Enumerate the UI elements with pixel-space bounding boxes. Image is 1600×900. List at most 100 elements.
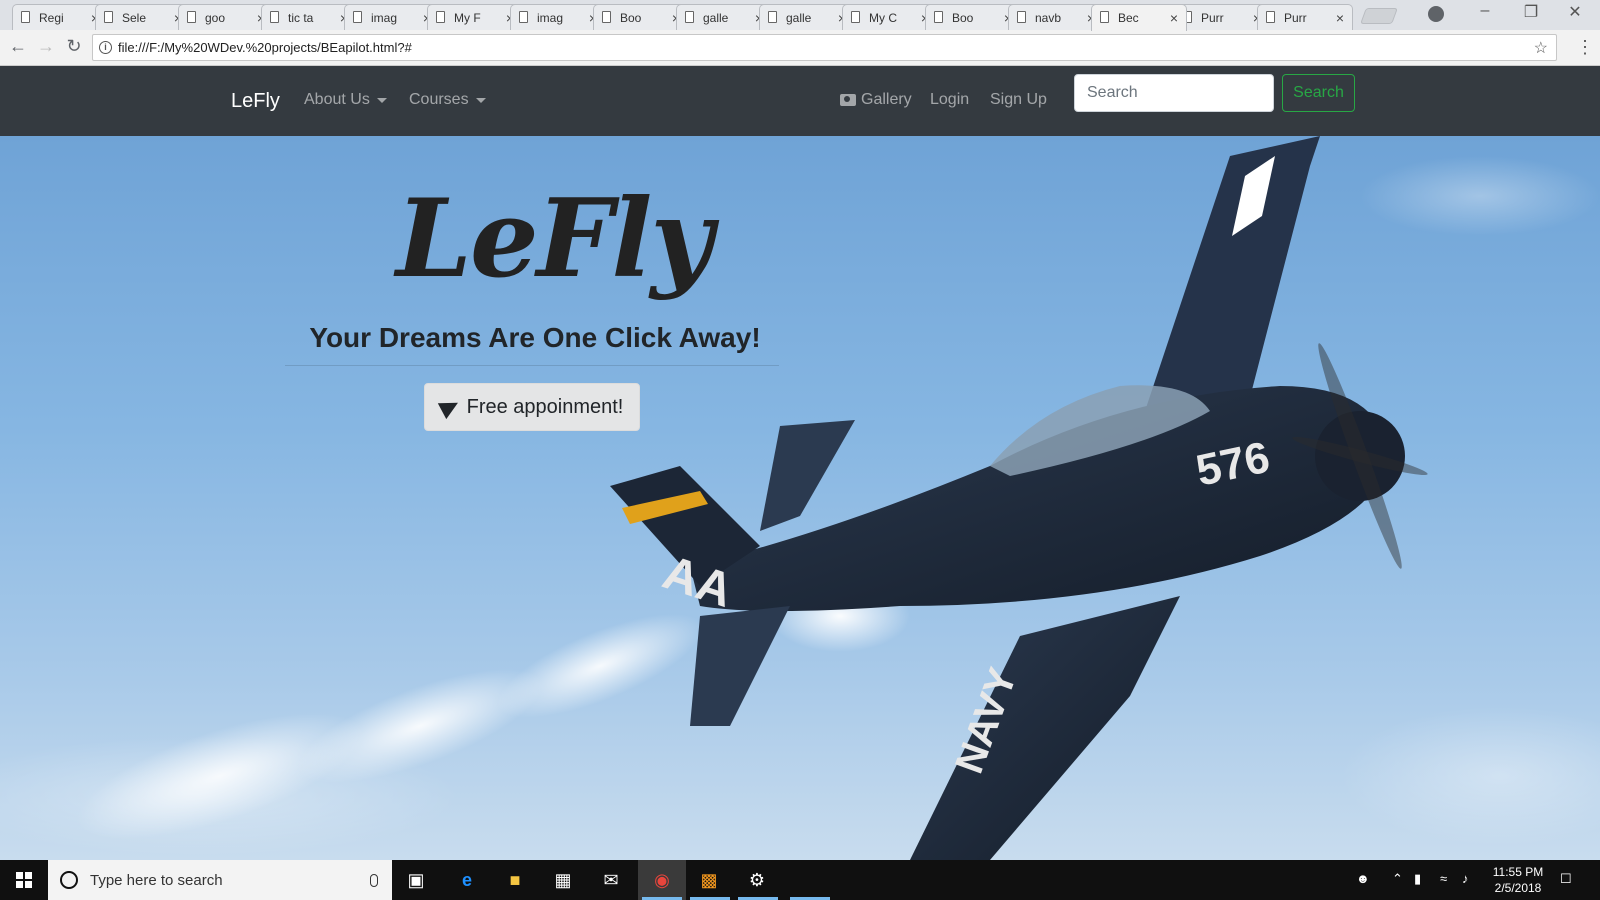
tab-close-icon[interactable]: × (1334, 10, 1346, 26)
page-icon (436, 11, 445, 23)
page-icon (21, 11, 30, 23)
tab-title: imag (371, 10, 398, 25)
wifi-icon[interactable]: ≈ (1440, 871, 1447, 886)
tab-title: My F (454, 10, 481, 25)
browser-tab[interactable]: imag× (344, 4, 440, 30)
taskbar-search-placeholder: Type here to search (90, 871, 223, 889)
mail-icon[interactable]: ✉ (599, 868, 623, 892)
battery-icon[interactable]: ▮ (1414, 871, 1421, 887)
info-icon[interactable]: i (99, 41, 112, 54)
start-button[interactable] (0, 860, 48, 900)
browser-tab[interactable]: Purr × (1257, 4, 1353, 30)
courses-dropdown[interactable]: Courses (409, 91, 486, 109)
gallery-label: Gallery (861, 91, 912, 108)
tab-title: Purr (1201, 10, 1224, 25)
action-center-icon[interactable]: ☐ (1560, 871, 1572, 887)
tab-title: Boo (620, 10, 642, 25)
browser-tab[interactable]: My C× (842, 4, 938, 30)
hero-section: 576 AA NAVY LeFly Your Dreams Are One Cl… (0, 136, 1600, 860)
clock-time: 11:55 PM (1492, 865, 1544, 879)
browser-toolbar: ← → ↻ i file:///F:/My%20WDev.%20projects… (0, 30, 1600, 66)
edge-browser-icon[interactable]: e (455, 868, 479, 892)
browser-tab[interactable]: tic ta× (261, 4, 357, 30)
show-hidden-icons-icon[interactable]: ⌃ (1392, 871, 1403, 887)
microphone-icon[interactable] (370, 873, 378, 887)
back-arrow-icon[interactable]: ← (6, 36, 30, 57)
browser-tab[interactable]: navb× (1008, 4, 1104, 30)
tab-title: Sele (122, 10, 147, 25)
free-appointment-button[interactable]: Free appoinment! (424, 383, 640, 431)
tab-title: imag (537, 10, 564, 25)
hero-tagline: Your Dreams Are One Click Away! (309, 322, 761, 353)
tab-title: navb (1035, 10, 1062, 25)
tab-title: Boo (952, 10, 974, 25)
brand-link[interactable]: LeFly (231, 90, 280, 113)
tab-close-icon[interactable]: × (1168, 10, 1180, 26)
tab-title: Purr (1284, 10, 1307, 25)
browser-tab[interactable]: My F× (427, 4, 523, 30)
tab-title: Regi (39, 10, 64, 25)
store-icon[interactable]: ▦ (551, 868, 575, 892)
tab-title: tic ta (288, 10, 314, 25)
tab-title: galle (786, 10, 812, 25)
browser-tab[interactable]: goo× (178, 4, 274, 30)
page-icon (685, 11, 694, 23)
web-page: LeFly About Us Courses Gallery Login Sig… (0, 66, 1600, 860)
bookmark-star-icon[interactable]: ☆ (1534, 38, 1548, 58)
page-icon (1266, 11, 1275, 23)
browser-tab[interactable]: galle× (759, 4, 855, 30)
minimize-icon[interactable]: – (1462, 2, 1508, 20)
page-icon (768, 11, 777, 23)
close-window-icon[interactable]: ✕ (1552, 2, 1598, 22)
forward-arrow-icon[interactable]: → (34, 36, 58, 57)
chrome-icon[interactable]: ◉ (650, 868, 674, 892)
browser-tab[interactable]: imag× (510, 4, 606, 30)
hero-airplane-photo: 576 AA NAVY (0, 136, 1600, 860)
browser-tab[interactable]: Regi× (12, 4, 108, 30)
url-text[interactable]: file:///F:/My%20WDev.%20projects/BEapilo… (118, 40, 1534, 55)
paper-plane-icon (437, 394, 462, 420)
system-clock[interactable]: 11:55 PM 2/5/2018 (1488, 864, 1548, 896)
task-view-icon[interactable]: ▣ (404, 868, 428, 892)
browser-tab[interactable]: Bec × (1091, 4, 1187, 31)
volume-icon[interactable]: ♪ (1462, 871, 1469, 886)
address-bar[interactable]: i file:///F:/My%20WDev.%20projects/BEapi… (92, 34, 1557, 61)
login-link[interactable]: Login (930, 91, 969, 109)
browser-menu-icon[interactable]: ⋮ (1576, 37, 1594, 58)
browser-tab[interactable]: galle× (676, 4, 772, 30)
page-icon (519, 11, 528, 23)
taskbar-search-box[interactable]: Type here to search (48, 860, 392, 900)
file-explorer-icon[interactable]: ■ (503, 868, 527, 892)
tab-title: galle (703, 10, 729, 25)
courses-label: Courses (409, 91, 469, 108)
page-icon (602, 11, 611, 23)
restore-icon[interactable]: ❐ (1508, 2, 1554, 22)
caret-down-icon (475, 97, 486, 103)
hero-logo: LeFly (396, 176, 713, 302)
browser-tab[interactable]: Sele× (95, 4, 191, 30)
search-button[interactable]: Search (1282, 74, 1355, 112)
people-icon[interactable]: ☻ (1356, 871, 1370, 886)
signup-link[interactable]: Sign Up (990, 91, 1047, 109)
page-icon (270, 11, 279, 23)
browser-tab[interactable]: Boo× (925, 4, 1021, 30)
cortana-icon (60, 871, 78, 889)
browser-tab[interactable]: Purr× (1174, 4, 1270, 30)
profile-icon[interactable] (1428, 6, 1444, 22)
sublime-text-icon[interactable]: ▩ (697, 868, 721, 892)
gallery-link[interactable]: Gallery (840, 91, 912, 109)
browser-tab-strip: Regi×Sele×goo×tic ta×imag×My F×imag×Boo×… (0, 0, 1600, 31)
tab-title: My C (869, 10, 897, 25)
browser-tab[interactable]: Boo× (593, 4, 689, 30)
search-input[interactable] (1074, 74, 1274, 112)
page-icon (187, 11, 196, 23)
clock-date: 2/5/2018 (1494, 881, 1542, 895)
tab-title: Bec (1118, 11, 1139, 25)
about-us-dropdown[interactable]: About Us (304, 91, 387, 109)
page-icon (934, 11, 943, 23)
reload-icon[interactable]: ↻ (62, 36, 86, 57)
page-icon (1100, 11, 1109, 23)
new-tab-button[interactable] (1360, 8, 1398, 24)
camera-icon (840, 94, 856, 106)
steam-icon[interactable]: ⚙ (745, 868, 769, 892)
